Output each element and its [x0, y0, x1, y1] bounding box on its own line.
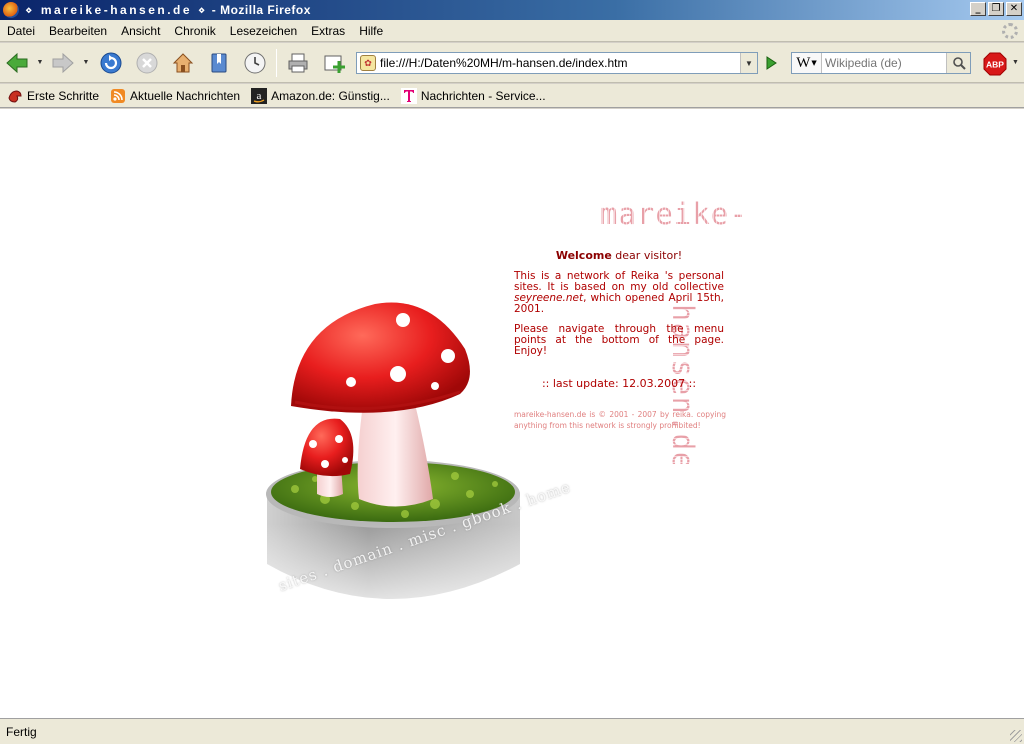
firefox-bookmark-icon — [7, 88, 23, 104]
site-favicon-icon: ✿ — [360, 55, 376, 71]
history-icon — [244, 52, 266, 74]
bookmarks-sidebar-button[interactable] — [206, 51, 232, 75]
menu-hilfe[interactable]: Hilfe — [352, 24, 390, 38]
url-history-dropdown[interactable]: ▼ — [740, 53, 757, 73]
reload-button[interactable] — [98, 51, 124, 75]
search-engine-dropdown-icon: ▼ — [811, 59, 817, 67]
forward-history-dropdown[interactable]: ▼ — [82, 59, 90, 67]
go-icon — [766, 56, 777, 70]
amazon-icon: a — [251, 87, 268, 104]
intro-paragraph: This is a network of Reika 's personal s… — [514, 271, 724, 315]
forward-button[interactable] — [50, 51, 76, 75]
forward-icon — [52, 52, 74, 74]
go-button[interactable] — [760, 52, 782, 74]
bookmark-label: Amazon.de: Günstig... — [271, 88, 390, 103]
restore-button[interactable]: ❐ — [988, 2, 1004, 16]
menu-bearbeiten[interactable]: Bearbeiten — [42, 24, 114, 38]
close-button[interactable]: ✕ — [1006, 2, 1022, 16]
menu-chronik[interactable]: Chronik — [167, 24, 222, 38]
back-history-dropdown[interactable]: ▼ — [36, 59, 44, 67]
search-button[interactable] — [946, 53, 970, 73]
bookmark-label: Erste Schritte — [27, 88, 100, 103]
status-bar: Fertig — [0, 718, 1024, 744]
rss-feed-icon — [110, 88, 126, 104]
welcome-bold: Welcome — [555, 249, 612, 262]
stop-icon — [136, 52, 158, 74]
copyright-notice: mareike-hansen.de is © 2001 - 2007 by re… — [514, 410, 726, 430]
bookmark-erste-schritte[interactable]: Erste Schritte — [7, 88, 99, 104]
welcome-heading: Welcome dear visitor! — [514, 249, 724, 262]
adblock-plus-icon: ABP — [983, 52, 1007, 76]
bookmark-amazon[interactable]: a Amazon.de: Günstig... — [251, 87, 390, 104]
address-bar[interactable]: ✿ ▼ — [356, 52, 758, 74]
window-title-bar: ⋄ mareike-hansen.de ⋄ - Mozilla Firefox … — [0, 0, 1024, 20]
firefox-logo-icon — [3, 2, 19, 18]
wikipedia-icon: W — [796, 54, 811, 71]
window-title: ⋄ mareike-hansen.de ⋄ - Mozilla Firefox — [25, 3, 311, 17]
adblock-plus-dropdown[interactable]: ▼ — [1012, 59, 1019, 66]
search-icon — [952, 57, 966, 70]
site-title-horizontal: mareike- — [600, 197, 748, 231]
bookmark-nachrichten-service[interactable]: Nachrichten - Service... — [400, 87, 546, 104]
last-update-text: :: last update: 12.03.2007 :: — [541, 377, 697, 390]
adblock-plus-button[interactable]: ABP — [983, 52, 1007, 76]
page-content: mareike- hansen.de Welcome dear visitor!… — [0, 109, 1024, 718]
home-icon — [172, 53, 194, 73]
search-input[interactable] — [825, 56, 945, 70]
search-engine-selector[interactable]: W ▼ — [792, 53, 822, 73]
new-tab-button[interactable] — [321, 51, 347, 75]
bookmark-label: Aktuelle Nachrichten — [130, 88, 241, 103]
menu-datei[interactable]: Datei — [0, 24, 42, 38]
search-bar[interactable]: W ▼ — [791, 52, 971, 74]
url-input[interactable] — [380, 54, 735, 72]
back-button[interactable] — [4, 51, 30, 75]
telekom-icon — [400, 87, 417, 104]
home-button[interactable] — [170, 51, 196, 75]
new-tab-icon — [324, 55, 345, 73]
reload-icon — [100, 52, 122, 74]
stop-button[interactable] — [134, 51, 160, 75]
intro-text-before: This is a network of Reika 's personal s… — [514, 270, 724, 293]
menu-lesezeichen[interactable]: Lesezeichen — [223, 24, 304, 38]
throbber-icon — [1002, 23, 1018, 39]
svg-text:a: a — [257, 90, 262, 102]
navigation-toolbar: ▼ ▼ ✿ file:///H:/Daten%20MH/m-hansen.de/… — [0, 43, 1024, 83]
bookmarks-toolbar: Erste Schritte Aktuelle Nachrichten a Am… — [0, 84, 1024, 108]
window-title-site: ⋄ mareike-hansen.de ⋄ — [25, 3, 208, 17]
resize-grip-icon[interactable] — [1010, 730, 1022, 742]
history-sidebar-button[interactable] — [242, 51, 268, 75]
bookmarks-icon — [211, 53, 227, 73]
print-icon — [288, 53, 308, 73]
bookmark-label: Nachrichten - Service... — [420, 88, 546, 103]
print-button[interactable] — [285, 51, 311, 75]
window-controls: _ ❐ ✕ — [970, 2, 1022, 16]
toolbar-separator — [276, 49, 277, 77]
menu-extras[interactable]: Extras — [304, 24, 352, 38]
welcome-rest: dear visitor! — [611, 249, 683, 262]
window-title-app: - Mozilla Firefox — [207, 3, 311, 17]
bookmark-aktuelle-nachrichten[interactable]: Aktuelle Nachrichten — [110, 88, 240, 104]
status-text: Fertig — [6, 724, 37, 739]
menu-bar: Datei Bearbeiten Ansicht Chronik Lesezei… — [0, 20, 1024, 42]
back-icon — [6, 52, 28, 74]
adblock-plus-label: ABP — [986, 60, 1004, 70]
minimize-button[interactable]: _ — [970, 2, 986, 16]
menu-ansicht[interactable]: Ansicht — [114, 24, 167, 38]
navigate-paragraph: Please navigate through the menu points … — [514, 323, 724, 357]
